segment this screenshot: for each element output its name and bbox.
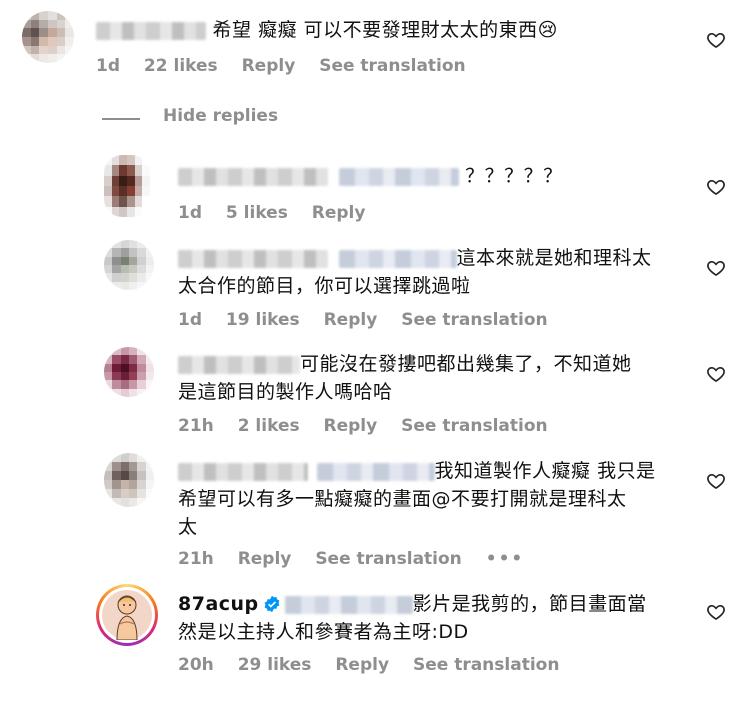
reply-button[interactable]: Reply — [324, 310, 378, 330]
avatar[interactable] — [104, 347, 154, 397]
reply-text: 這本來就是她和理科太 太合作的節目，你可以選擇跳過啦 — [178, 247, 652, 297]
see-translation-button[interactable]: See translation — [401, 416, 547, 436]
replies-divider — [102, 118, 140, 120]
comment-text: 希望 癡癡 可以不要發理財太太的東西😢 — [96, 16, 558, 44]
reply-meta: 20h 29 likes Reply See translation — [178, 655, 577, 675]
hide-replies-button[interactable]: Hide replies — [163, 106, 278, 126]
see-translation-button[interactable]: See translation — [315, 549, 461, 569]
heart-outline-icon[interactable] — [706, 258, 726, 278]
username-link[interactable]: 87acup — [178, 593, 259, 615]
likes-count[interactable]: 2 likes — [238, 416, 300, 436]
comment-meta: 1d 22 likes Reply See translation — [96, 56, 484, 76]
redacted-mention[interactable] — [338, 167, 459, 186]
timestamp[interactable]: 1d — [96, 56, 120, 76]
likes-count[interactable]: 29 likes — [238, 655, 312, 675]
heart-outline-icon[interactable] — [706, 177, 726, 197]
more-options-icon[interactable]: ••• — [486, 549, 525, 569]
redacted-username[interactable] — [178, 249, 328, 268]
avatar[interactable] — [104, 240, 154, 290]
avatar[interactable] — [22, 11, 74, 63]
see-translation-button[interactable]: See translation — [319, 56, 465, 76]
heart-outline-icon[interactable] — [706, 471, 726, 491]
redacted-username[interactable] — [178, 167, 328, 186]
reply-text: 可能沒在發摟吧都出幾集了，不知道她 是這節目的製作人嗎哈哈 — [178, 353, 632, 403]
likes-count[interactable]: 22 likes — [144, 56, 218, 76]
timestamp[interactable]: 21h — [178, 549, 214, 569]
see-translation-button[interactable]: See translation — [413, 655, 559, 675]
see-translation-button[interactable]: See translation — [401, 310, 547, 330]
timestamp[interactable]: 1d — [178, 203, 202, 223]
timestamp[interactable]: 1d — [178, 310, 202, 330]
avatar[interactable] — [104, 453, 154, 507]
reply-meta: 21h Reply See translation ••• — [178, 549, 542, 569]
reply-button[interactable]: Reply — [238, 549, 292, 569]
reply-button[interactable]: Reply — [312, 203, 366, 223]
avatar[interactable] — [104, 155, 150, 217]
reply-button[interactable]: Reply — [324, 416, 378, 436]
reply-text: 87acup 影片是我剪的，節目畫面當 然是以主持人和參賽者為主呀:DD — [178, 593, 647, 643]
verified-badge-icon — [264, 595, 280, 613]
reply-meta: 1d 19 likes Reply See translation — [178, 310, 566, 330]
likes-count[interactable]: 5 likes — [226, 203, 288, 223]
heart-outline-icon[interactable] — [706, 364, 726, 384]
redacted-mention[interactable] — [284, 595, 413, 614]
likes-count[interactable]: 19 likes — [226, 310, 300, 330]
heart-outline-icon[interactable] — [706, 30, 726, 50]
reply-meta: 21h 2 likes Reply See translation — [178, 416, 566, 436]
heart-outline-icon[interactable] — [706, 602, 726, 622]
timestamp[interactable]: 21h — [178, 416, 214, 436]
reply-meta: 1d 5 likes Reply — [178, 203, 383, 223]
reply-text: 我知道製作人癡癡 我只是 希望可以有多一點癡癡的畫面@不要打開就是理科太 太 — [178, 460, 656, 538]
redacted-username[interactable] — [178, 355, 300, 374]
redacted-username[interactable] — [178, 462, 308, 481]
redacted-mention[interactable] — [338, 249, 457, 268]
reply-text: ？？？？？ — [178, 162, 563, 190]
redacted-mention[interactable] — [316, 462, 435, 481]
reply-button[interactable]: Reply — [242, 56, 296, 76]
reply-button[interactable]: Reply — [335, 655, 389, 675]
timestamp[interactable]: 20h — [178, 655, 214, 675]
avatar-illustration — [102, 590, 152, 640]
story-ring-avatar[interactable] — [96, 584, 158, 646]
redacted-username[interactable] — [96, 21, 206, 40]
